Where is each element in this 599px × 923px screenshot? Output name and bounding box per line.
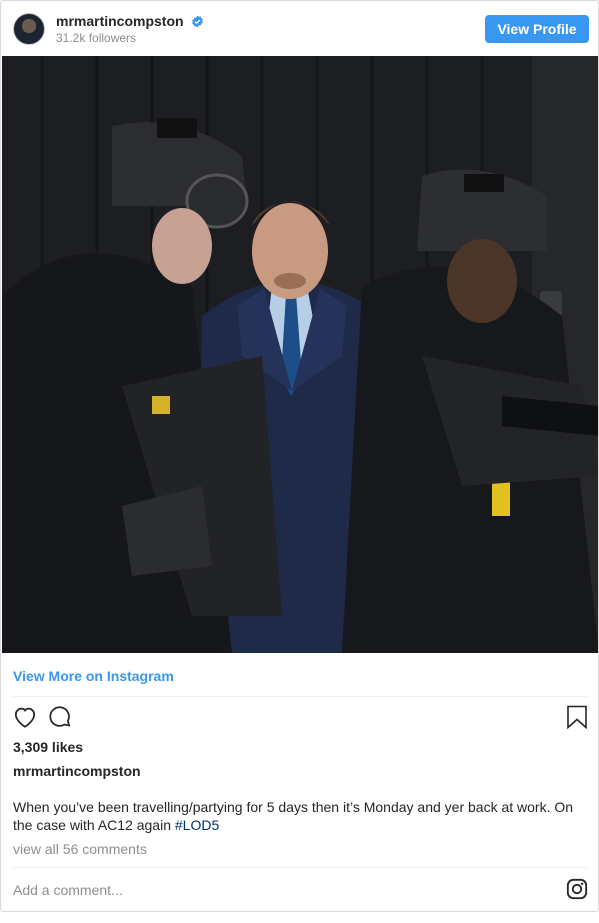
divider [13, 867, 587, 868]
view-more-link[interactable]: View More on Instagram [13, 668, 174, 684]
post-caption: When you’ve been travelling/partying for… [13, 798, 589, 834]
caption-text: When you’ve been travelling/partying for… [13, 799, 574, 833]
comment-icon[interactable] [47, 704, 73, 730]
post-header: mrmartincompston 31.2k followers View Pr… [1, 1, 598, 56]
instagram-icon[interactable] [566, 878, 588, 900]
caption-username[interactable]: mrmartincompston [13, 763, 141, 779]
view-all-comments-link[interactable]: view all 56 comments [13, 841, 147, 857]
avatar[interactable] [13, 13, 45, 45]
action-bar [1, 704, 598, 732]
add-comment-input[interactable]: Add a comment... [13, 882, 123, 898]
follower-count: 31.2k followers [56, 31, 137, 45]
username-text[interactable]: mrmartincompston [56, 13, 184, 29]
heart-icon[interactable] [12, 704, 38, 730]
instagram-embed-card: mrmartincompston 31.2k followers View Pr… [0, 0, 599, 912]
verified-badge-icon [192, 15, 204, 28]
hashtag-link[interactable]: #LOD5 [175, 817, 219, 833]
divider [13, 696, 587, 697]
like-count[interactable]: 3,309 likes [13, 739, 83, 755]
profile-username[interactable]: mrmartincompston [56, 13, 204, 29]
post-image[interactable] [2, 56, 598, 653]
bookmark-icon[interactable] [566, 705, 588, 729]
view-profile-button[interactable]: View Profile [485, 15, 589, 43]
